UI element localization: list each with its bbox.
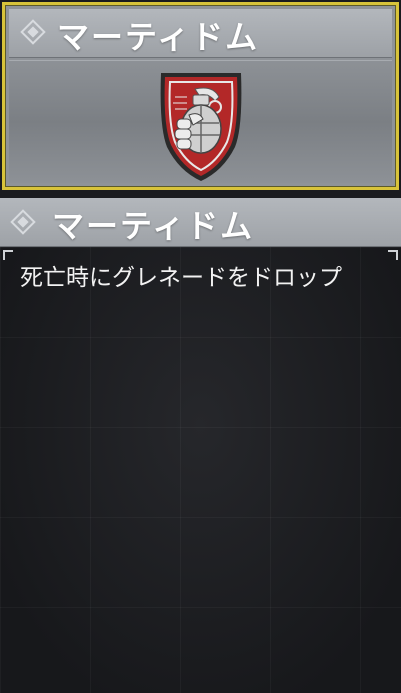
grenade-shield-icon [160, 73, 242, 181]
corner-bracket-icon [388, 250, 398, 260]
diamond-icon [20, 19, 46, 45]
detail-panel: 死亡時にグレネードをドロップ [0, 247, 401, 693]
detail-header: マーティドム [0, 198, 401, 247]
perk-description: 死亡時にグレネードをドロップ [20, 265, 342, 291]
corner-bracket-icon [3, 250, 13, 260]
perk-card-title: マーティドム [57, 18, 260, 56]
diamond-icon [10, 209, 36, 235]
perk-card[interactable]: マーティドム [2, 2, 399, 190]
detail-title: マーティドム [52, 207, 255, 245]
perk-card-header: マーティドム [9, 9, 392, 58]
